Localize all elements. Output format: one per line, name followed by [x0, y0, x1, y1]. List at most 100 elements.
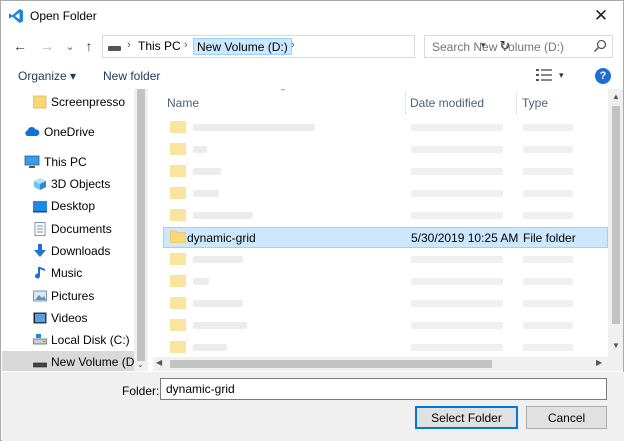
list-item[interactable] [163, 315, 608, 336]
redacted-type [523, 256, 573, 263]
sidebar-item-music[interactable]: Music [2, 262, 134, 284]
desktop-icon [33, 201, 47, 213]
list-item[interactable] [163, 337, 608, 358]
column-header-date-modified[interactable]: Date modified [410, 96, 484, 110]
folder-icon [170, 209, 186, 221]
sort-ascending-icon: ⌃ [279, 89, 287, 97]
scrollbar-thumb[interactable] [137, 89, 145, 361]
scroll-down-icon[interactable]: ▼ [612, 341, 620, 350]
pictures-icon [33, 290, 47, 302]
search-box[interactable] [424, 35, 613, 58]
breadcrumb-this-pc[interactable]: This PC [138, 39, 181, 54]
folder-icon [170, 230, 186, 243]
download-icon [34, 244, 46, 257]
navigation-pane: Screenpresso OneDrive This PC 3D Objects… [2, 89, 148, 371]
help-button[interactable]: ? [595, 68, 611, 84]
scroll-left-icon[interactable]: ◀ [156, 358, 162, 367]
recent-locations-button[interactable]: ⌄ [61, 37, 79, 55]
file-list-horizontal-scrollbar[interactable]: ◀ ▶ [153, 357, 608, 371]
column-header-name[interactable]: Name [167, 96, 199, 110]
new-folder-button[interactable]: New folder [103, 69, 160, 83]
open-folder-dialog: Open Folder ✕ ← → ⌄ ↑ › This PC › New Vo… [0, 0, 624, 441]
redacted-type [523, 190, 573, 197]
chevron-down-icon[interactable]: ⌄ [137, 360, 144, 369]
redacted-type [523, 168, 573, 175]
file-list-vertical-scrollbar[interactable]: ▲ ▼ [608, 89, 623, 357]
drive-icon [33, 362, 47, 368]
chevron-down-icon: ⌄ [65, 40, 75, 53]
sidebar-item-videos[interactable]: Videos [2, 307, 134, 329]
sidebar-item-label: Documents [51, 222, 112, 236]
column-divider[interactable] [516, 91, 517, 115]
redacted-date [411, 168, 503, 175]
selected-folder-row[interactable]: dynamic-grid 5/30/2019 10:25 AM File fol… [163, 227, 608, 248]
list-item[interactable] [163, 249, 608, 270]
scrollbar-thumb[interactable] [170, 360, 492, 368]
redacted-date [411, 146, 503, 153]
folder-icon [170, 319, 186, 331]
address-bar[interactable]: › This PC › New Volume (D:) › ▾ ↻ [102, 35, 510, 58]
select-folder-button[interactable]: Select Folder [415, 406, 518, 429]
sidebar-item-3d-objects[interactable]: 3D Objects [2, 173, 134, 195]
list-item[interactable] [163, 161, 608, 182]
list-item[interactable] [163, 293, 608, 314]
folder-icon [170, 253, 186, 265]
column-headers: ⌃ Name Date modified Type [153, 89, 608, 116]
sidebar-item-this-pc[interactable]: This PC [2, 151, 134, 173]
nav-tree: Screenpresso OneDrive This PC 3D Objects… [2, 89, 138, 371]
folder-name-input[interactable] [160, 378, 607, 400]
view-details-icon[interactable] [536, 69, 552, 81]
list-item[interactable] [163, 271, 608, 292]
sidebar-item-downloads[interactable]: Downloads [2, 240, 134, 262]
column-divider[interactable] [405, 91, 406, 115]
redacted-name [193, 344, 227, 351]
nav-pane-scrollbar[interactable]: ⌄ [134, 89, 148, 371]
file-name: dynamic-grid [187, 231, 256, 245]
videos-icon [33, 312, 47, 324]
close-button[interactable]: ✕ [579, 1, 623, 31]
list-item[interactable] [163, 205, 608, 226]
sidebar-item-label: Screenpresso [51, 95, 126, 109]
list-item[interactable] [163, 139, 608, 160]
redacted-type [523, 344, 573, 351]
redacted-date [411, 190, 503, 197]
sidebar-item-label: Desktop [51, 199, 96, 213]
breadcrumb-new-volume[interactable]: New Volume (D:) [193, 38, 292, 55]
redacted-name [193, 300, 243, 307]
sidebar-item-label: OneDrive [44, 125, 95, 139]
sidebar-item-local-disk-c[interactable]: Local Disk (C:) [2, 329, 134, 351]
sidebar-item-documents[interactable]: Documents [2, 218, 134, 240]
sidebar-item-screenpresso[interactable]: Screenpresso [2, 91, 134, 113]
forward-button[interactable]: → [38, 37, 56, 55]
up-button[interactable]: ↑ [80, 37, 98, 55]
scroll-up-icon[interactable]: ▲ [612, 92, 620, 101]
sidebar-item-desktop[interactable]: Desktop [2, 195, 134, 217]
forward-arrow-icon: → [40, 38, 54, 54]
sidebar-item-onedrive[interactable]: OneDrive [2, 121, 134, 143]
cancel-button[interactable]: Cancel [526, 406, 607, 429]
view-dropdown-icon[interactable]: ▾ [559, 70, 564, 81]
sidebar-item-pictures[interactable]: Pictures [2, 285, 134, 307]
drive-icon [108, 46, 121, 51]
drive-icon [33, 334, 47, 345]
scrollbar-thumb[interactable] [612, 106, 620, 324]
sidebar-item-new-volume-d[interactable]: New Volume (D: [2, 351, 138, 371]
redacted-date [411, 344, 503, 351]
documents-icon [34, 222, 46, 236]
file-type: File folder [523, 231, 576, 245]
organize-menu[interactable]: Organize ▾ [18, 69, 76, 83]
scroll-right-icon[interactable]: ▶ [596, 358, 602, 367]
search-input[interactable] [425, 36, 590, 57]
list-item[interactable] [163, 117, 608, 138]
folder-icon [170, 121, 186, 133]
help-icon: ? [599, 70, 607, 82]
redacted-type [523, 124, 573, 131]
sidebar-item-label: Pictures [51, 289, 95, 303]
back-button[interactable]: ← [11, 37, 29, 55]
title-bar: Open Folder ✕ [1, 1, 623, 31]
redacted-date [411, 256, 503, 263]
redacted-name [193, 146, 207, 153]
cloud-icon [25, 126, 40, 136]
list-item[interactable] [163, 183, 608, 204]
column-header-type[interactable]: Type [522, 96, 548, 110]
